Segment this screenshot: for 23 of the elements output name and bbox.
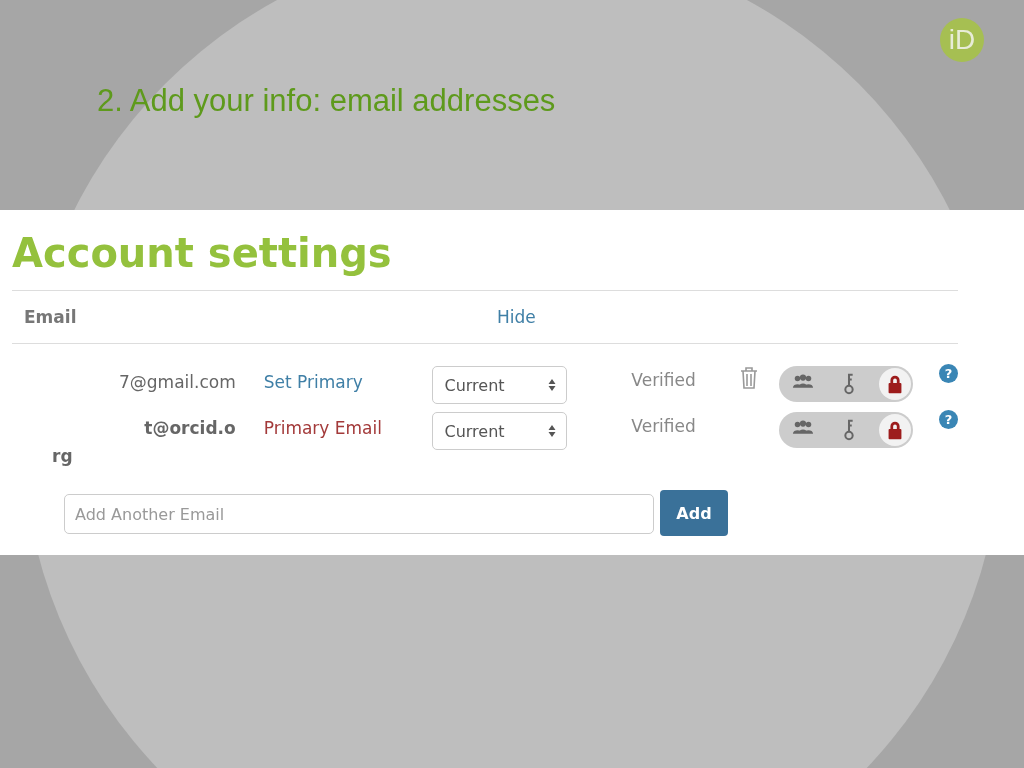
- status-select[interactable]: Current: [431, 366, 568, 404]
- primary-label: Primary Email: [263, 417, 383, 440]
- set-primary-link[interactable]: Set Primary: [263, 368, 432, 396]
- email-address: rg: [51, 445, 74, 468]
- sort-arrows-icon: [548, 424, 557, 438]
- status-select[interactable]: Current: [431, 412, 568, 450]
- help-icon[interactable]: ?: [939, 410, 958, 429]
- hide-link[interactable]: Hide: [497, 307, 536, 327]
- sort-arrows-icon: [548, 378, 557, 392]
- logo: iD: [940, 18, 984, 62]
- private-visibility-option[interactable]: [879, 368, 911, 400]
- private-visibility-option[interactable]: [879, 414, 911, 446]
- verified-status: Verified: [631, 369, 697, 392]
- email-input[interactable]: Add Another Email: [64, 494, 654, 534]
- section-label: Email: [24, 307, 78, 327]
- email-address: 7@gmail.com: [117, 371, 236, 394]
- add-button[interactable]: Add: [660, 490, 728, 536]
- email-address: t@orcid.o: [143, 417, 236, 440]
- trash-icon[interactable]: [739, 366, 760, 390]
- slide-title: 2. Add your info: email addresses: [97, 83, 556, 119]
- page-heading: Account settings: [12, 229, 393, 278]
- verified-status: Verified: [631, 415, 697, 438]
- help-icon[interactable]: ?: [939, 364, 958, 383]
